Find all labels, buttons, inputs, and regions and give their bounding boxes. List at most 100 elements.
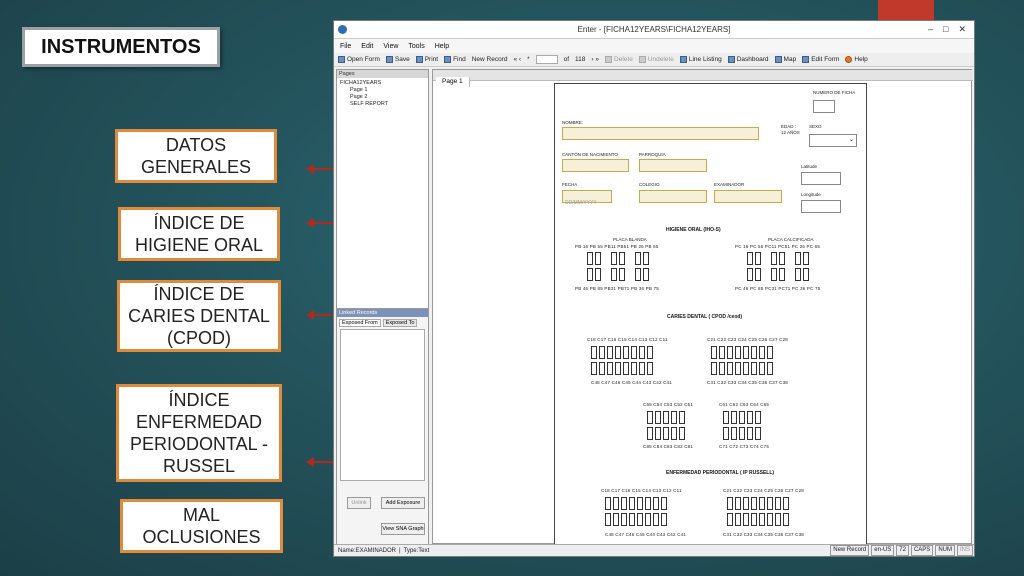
save-button[interactable]: Save — [385, 56, 410, 63]
pb-top-boxes[interactable] — [587, 252, 649, 265]
status-count: 72 — [896, 545, 909, 556]
find-button[interactable]: Find — [444, 56, 466, 63]
nombre-label: NOMBRE: — [562, 120, 584, 125]
linked-records-list[interactable] — [340, 329, 425, 481]
tree-item-self-report[interactable]: SELF REPORT — [340, 101, 425, 108]
delete-button[interactable]: Delete — [605, 56, 633, 63]
caries-mid-bottom-left-labels: C85 C84 C83 C82 C81 — [643, 444, 694, 449]
tree-item-page-2[interactable]: Page 2 — [340, 94, 425, 101]
caries-top-right-boxes[interactable] — [711, 346, 773, 359]
pb-bottom-boxes[interactable] — [587, 268, 649, 281]
placa-blanda-label: PLACA BLANDA — [613, 237, 647, 242]
of-label: of — [563, 56, 570, 63]
sexo-label: SEXO — [809, 124, 822, 129]
fecha-label: FECHA — [562, 182, 578, 187]
menu-edit[interactable]: Edit — [361, 43, 373, 50]
longitude-field[interactable] — [801, 200, 841, 213]
caries-bottom-right-labels: C31 C32 C33 C34 C35 C36 C37 C38 — [707, 380, 788, 385]
printer-icon — [415, 56, 423, 63]
caries-top-left-boxes[interactable] — [591, 346, 653, 359]
nav-prev-button[interactable]: « ‹ — [514, 56, 522, 63]
caries-mid-bottom-right-boxes[interactable] — [723, 427, 761, 440]
tab-exposed-to[interactable]: Exposed To — [382, 319, 418, 327]
examinador-field[interactable] — [714, 190, 782, 203]
pc-bottom-boxes[interactable] — [747, 268, 809, 281]
caries-mid-top-right-boxes[interactable] — [723, 411, 761, 424]
colegio-field[interactable] — [639, 190, 707, 203]
menu-file[interactable]: File — [340, 43, 351, 50]
perio-top-left-boxes[interactable] — [605, 497, 667, 510]
edit-form-button[interactable]: Edit Form — [802, 56, 839, 63]
latitude-field[interactable] — [801, 172, 841, 185]
record-count: 118 — [575, 56, 586, 63]
latitude-label: Latitude — [801, 164, 818, 169]
fecha-field[interactable]: DD/MM/YYYY — [562, 190, 612, 206]
edad-value: 12 AÑOS — [781, 130, 800, 135]
label-caries-dental: ÍNDICE DE CARIES DENTAL (CPOD) — [117, 280, 281, 352]
caries-bottom-right-boxes[interactable] — [711, 362, 773, 375]
numero-ficha-field[interactable] — [813, 100, 835, 113]
label-higiene-oral: ÍNDICE DE HIGIENE ORAL — [118, 207, 280, 261]
caries-bottom-left-boxes[interactable] — [591, 362, 653, 375]
caries-bottom-left-labels: C48 C47 C46 C45 C44 C43 C42 C41 — [591, 380, 672, 385]
dashboard-button[interactable]: Dashboard — [727, 56, 769, 63]
map-button[interactable]: Map — [774, 56, 796, 63]
parroquia-label: PARROQUIA — [639, 152, 666, 157]
view-sna-graph-button[interactable]: View SNA Graph — [381, 523, 425, 535]
caries-mid-top-left-labels: C55 C54 C53 C52 C51 — [643, 402, 694, 407]
menu-view[interactable]: View — [383, 43, 398, 50]
pc-top-boxes[interactable] — [747, 252, 809, 265]
label-mal-oclusiones: MAL OCLUSIONES — [120, 499, 283, 553]
help-icon — [845, 56, 853, 63]
pages-panel: Pages FICHA12YEARS Page 1 Page 2 SELF RE… — [336, 69, 429, 324]
print-button[interactable]: Print — [415, 56, 438, 63]
chevron-down-icon: ⌄ — [848, 137, 854, 143]
nav-star: * — [527, 56, 530, 63]
tab-exposed-from[interactable]: Exposed From — [339, 319, 381, 327]
nav-next-button[interactable]: › » — [591, 56, 599, 63]
perio-top-right-labels: C21 C22 C23 C24 C25 C26 C27 C28 — [723, 488, 804, 493]
perio-top-right-boxes[interactable] — [727, 497, 789, 510]
folder-icon — [338, 56, 345, 63]
line-listing-button[interactable]: Line Listing — [679, 56, 722, 63]
status-new-record: New Record — [830, 545, 870, 556]
tree-item-page-1[interactable]: Page 1 — [340, 87, 425, 94]
edit-icon — [802, 56, 810, 63]
new-record-button[interactable]: New Record — [472, 56, 508, 63]
binoculars-icon — [444, 56, 452, 63]
menu-help[interactable]: Help — [435, 43, 449, 50]
perio-bottom-right-boxes[interactable] — [727, 513, 789, 526]
caries-mid-top-left-boxes[interactable] — [647, 411, 685, 424]
help-button[interactable]: Help — [845, 56, 868, 63]
window-titlebar: Enter - [FICHA12YEARS\FICHA12YEARS] – □ … — [334, 21, 974, 39]
canton-field[interactable] — [562, 159, 629, 172]
add-exposure-button[interactable]: Add Exposure — [381, 497, 425, 509]
status-caps: CAPS — [910, 545, 934, 556]
tree-root[interactable]: FICHA12YEARS — [340, 80, 425, 87]
longitude-label: Longitude — [801, 192, 821, 197]
perio-bottom-left-labels: C48 C47 C46 C45 C44 C43 C42 C41 — [605, 532, 686, 537]
globe-icon — [774, 56, 782, 63]
caries-mid-bottom-right-labels: C71 C72 C73 C74 C75 — [719, 444, 770, 449]
sexo-select[interactable]: ⌄ — [809, 134, 857, 147]
record-number-input[interactable] — [535, 55, 558, 64]
red-accent-bar — [878, 0, 934, 22]
nombre-field[interactable] — [562, 127, 759, 140]
caries-section-title: CARIES DENTAL ( CPOD /ceod) — [667, 314, 743, 320]
unlink-button[interactable]: Unlink — [347, 497, 371, 509]
status-field-name: Name:EXAMINADOR — [338, 547, 397, 554]
caries-mid-top-right-labels: C61 C62 C63 C64 C65 — [719, 402, 770, 407]
examinador-label: EXAMINADOR — [714, 182, 745, 187]
open-form-button[interactable]: Open Form — [338, 56, 380, 63]
status-field-type: Type:Text — [403, 547, 430, 554]
parroquia-field[interactable] — [639, 159, 707, 172]
undelete-button[interactable]: Undelete — [638, 56, 674, 63]
epi-info-window: Enter - [FICHA12YEARS\FICHA12YEARS] – □ … — [333, 20, 975, 557]
tab-page-1[interactable]: Page 1 — [436, 77, 470, 87]
caries-mid-bottom-left-boxes[interactable] — [647, 427, 685, 440]
pc-top-labels: PC 16 PC 55 PC11 PC51 PC 26 PC 65 — [735, 244, 821, 249]
placa-calcificada-label: PLACA CALCIFICADA — [768, 237, 814, 242]
pages-tree: FICHA12YEARS Page 1 Page 2 SELF REPORT — [337, 78, 428, 110]
menu-tools[interactable]: Tools — [408, 43, 424, 50]
perio-bottom-left-boxes[interactable] — [605, 513, 667, 526]
